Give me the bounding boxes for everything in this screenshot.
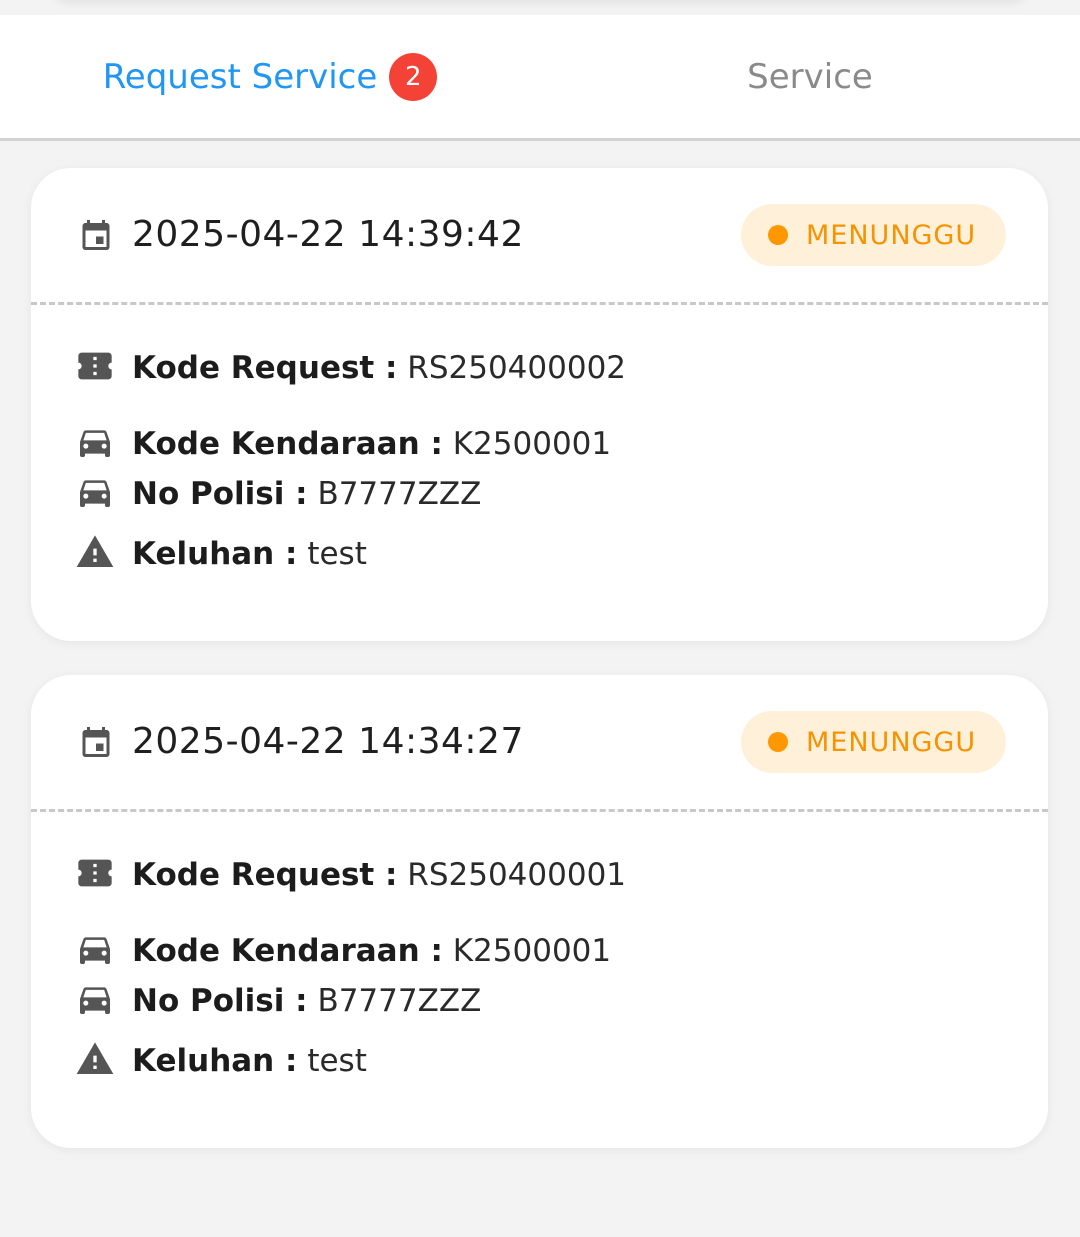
kode-request-value: RS250400001 xyxy=(407,857,627,893)
keluhan-label: Keluhan : xyxy=(132,536,298,572)
kode-request-label: Kode Request : xyxy=(132,350,398,386)
warning-icon xyxy=(76,1042,114,1074)
no-polisi-value: B7777ZZZ xyxy=(317,983,482,1019)
keluhan-value: test xyxy=(307,536,367,572)
no-polisi-row: No Polisi : B7777ZZZ xyxy=(31,979,1048,1025)
card-header: 2025-04-22 14:39:42 MENUNGGU xyxy=(31,168,1048,303)
keluhan-value: test xyxy=(307,1043,367,1079)
keluhan-row: Keluhan : test xyxy=(31,532,1048,578)
request-datetime: 2025-04-22 14:39:42 xyxy=(132,214,524,255)
tab-service[interactable]: Service xyxy=(540,15,1080,138)
no-polisi-label: No Polisi : xyxy=(132,983,308,1019)
kode-kendaraan-row: Kode Kendaraan : K2500001 xyxy=(31,422,1048,468)
status-badge: MENUNGGU xyxy=(741,711,1006,773)
calendar-icon xyxy=(82,727,110,757)
request-card[interactable]: 2025-04-22 14:34:27 MENUNGGU Kode Reques… xyxy=(31,675,1048,1148)
kode-kendaraan-value: K2500001 xyxy=(452,426,612,462)
kode-kendaraan-value: K2500001 xyxy=(452,933,612,969)
dashed-divider xyxy=(31,302,1048,305)
status-badge: MENUNGGU xyxy=(741,204,1006,266)
status-dot-icon xyxy=(768,225,788,245)
ticket-icon xyxy=(78,859,112,887)
ticket-icon xyxy=(78,352,112,380)
calendar-icon xyxy=(82,220,110,250)
status-label: MENUNGGU xyxy=(806,219,977,251)
tab-request-service-label: Request Service xyxy=(102,56,378,97)
car-icon xyxy=(80,987,110,1014)
warning-icon xyxy=(76,535,114,567)
car-icon xyxy=(80,430,110,457)
request-card[interactable]: 2025-04-22 14:39:42 MENUNGGU Kode Reques… xyxy=(31,168,1048,641)
tab-service-label: Service xyxy=(747,56,873,97)
status-label: MENUNGGU xyxy=(806,726,977,758)
tab-request-service[interactable]: Request Service 2 xyxy=(0,15,540,138)
keluhan-row: Keluhan : test xyxy=(31,1039,1048,1085)
status-dot-icon xyxy=(768,732,788,752)
kode-kendaraan-label: Kode Kendaraan : xyxy=(132,933,443,969)
car-icon xyxy=(80,937,110,964)
kode-kendaraan-row: Kode Kendaraan : K2500001 xyxy=(31,929,1048,975)
request-datetime: 2025-04-22 14:34:27 xyxy=(132,721,524,762)
no-polisi-label: No Polisi : xyxy=(132,476,308,512)
kode-request-row: Kode Request : RS250400001 xyxy=(31,853,1048,899)
kode-kendaraan-label: Kode Kendaraan : xyxy=(132,426,443,462)
no-polisi-row: No Polisi : B7777ZZZ xyxy=(31,472,1048,518)
no-polisi-value: B7777ZZZ xyxy=(317,476,482,512)
kode-request-value: RS250400002 xyxy=(407,350,627,386)
kode-request-label: Kode Request : xyxy=(132,857,398,893)
keluhan-label: Keluhan : xyxy=(132,1043,298,1079)
card-header: 2025-04-22 14:34:27 MENUNGGU xyxy=(31,675,1048,810)
tab-bar: Request Service 2 Service xyxy=(0,15,1080,141)
request-count-badge: 2 xyxy=(389,52,438,101)
kode-request-row: Kode Request : RS250400002 xyxy=(31,346,1048,392)
dashed-divider xyxy=(31,809,1048,812)
car-icon xyxy=(80,480,110,507)
